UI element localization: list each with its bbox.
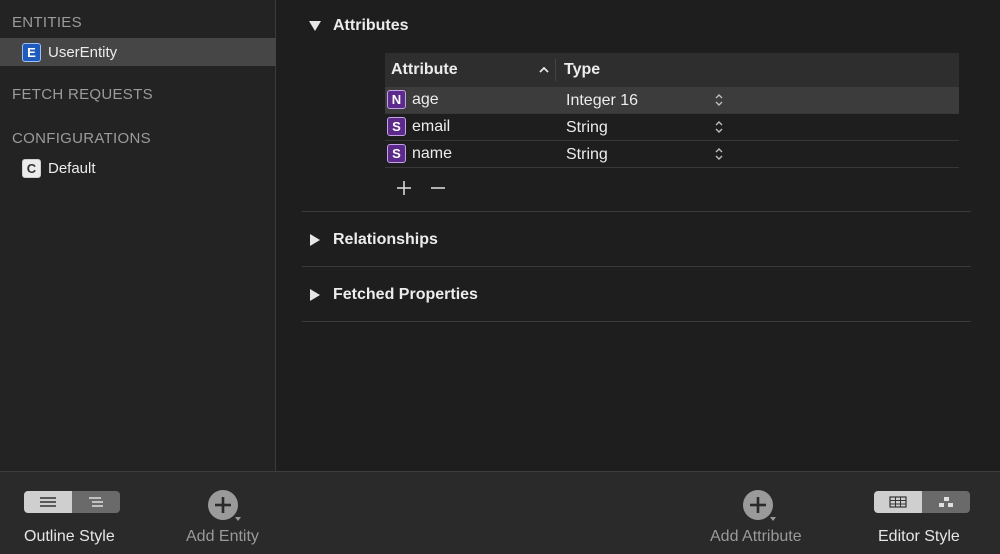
fetch-requests-header: FETCH REQUESTS (12, 86, 153, 103)
table-row[interactable]: N age Integer 16 (385, 87, 959, 114)
minus-icon (431, 187, 445, 189)
add-attribute-button[interactable] (742, 489, 776, 523)
list-icon (40, 497, 56, 507)
graph-icon (939, 497, 953, 507)
entities-header: ENTITIES (12, 14, 82, 31)
hierarchy-list-icon (89, 497, 103, 507)
column-header-attribute[interactable]: Attribute (391, 61, 458, 79)
configurations-header: CONFIGURATIONS (12, 130, 151, 147)
remove-attribute-row-button[interactable] (427, 177, 449, 199)
attribute-name[interactable]: name (412, 145, 452, 163)
updown-chevron-icon[interactable] (714, 146, 724, 162)
attributes-section-title: Attributes (333, 17, 409, 34)
table-editor-style-button[interactable] (874, 491, 922, 513)
section-divider (302, 266, 971, 267)
updown-chevron-icon[interactable] (714, 92, 724, 108)
add-attribute-label: Add Attribute (710, 528, 802, 545)
attributes-section-toggle[interactable]: Attributes (309, 17, 409, 35)
editor-main: Attributes Attribute Type N age Integer … (277, 0, 1000, 471)
outline-style-segmented-control[interactable] (24, 491, 120, 513)
table-row[interactable]: S email String (385, 114, 959, 141)
bottom-toolbar: Outline Style Add Entity Add Attribute E… (0, 471, 1000, 554)
table-actions (385, 177, 453, 199)
editor-style-label: Editor Style (878, 528, 960, 545)
fetched-properties-section-title: Fetched Properties (333, 286, 478, 303)
attribute-type[interactable]: String (566, 146, 608, 164)
fetched-properties-section-toggle[interactable]: Fetched Properties (309, 286, 478, 304)
add-entity-label: Add Entity (186, 528, 259, 545)
table-row[interactable]: S name String (385, 141, 959, 168)
configuration-badge-icon: C (22, 158, 41, 178)
add-entity-button[interactable] (207, 489, 241, 523)
relationships-section-title: Relationships (333, 231, 438, 248)
attribute-name[interactable]: email (412, 118, 450, 136)
plus-icon (397, 181, 411, 195)
triangle-right-icon (310, 234, 320, 246)
sidebar-item-default[interactable]: C Default (0, 154, 276, 182)
triangle-down-icon (309, 21, 321, 31)
attribute-type[interactable]: Integer 16 (566, 92, 638, 110)
graph-editor-style-button[interactable] (922, 491, 970, 513)
attribute-type[interactable]: String (566, 119, 608, 137)
sidebar: ENTITIES E UserEntity FETCH REQUESTS CON… (0, 0, 276, 471)
column-separator (555, 59, 556, 81)
string-badge-icon: S (387, 144, 406, 163)
outline-hierarchy-style-button[interactable] (72, 491, 120, 513)
sort-ascending-icon (539, 66, 549, 73)
outline-style-label: Outline Style (24, 528, 115, 545)
number-badge-icon: N (387, 90, 406, 109)
relationships-section-toggle[interactable]: Relationships (309, 231, 438, 249)
attribute-name[interactable]: age (412, 91, 439, 109)
section-divider (302, 211, 971, 212)
sidebar-item-userentity[interactable]: E UserEntity (0, 38, 276, 66)
sidebar-item-label: Default (48, 159, 96, 177)
updown-chevron-icon[interactable] (714, 119, 724, 135)
triangle-right-icon (310, 289, 320, 301)
column-header-type[interactable]: Type (564, 61, 600, 79)
table-grid-icon (889, 496, 907, 508)
section-divider (302, 321, 971, 322)
string-badge-icon: S (387, 117, 406, 136)
attributes-table: Attribute Type N age Integer 16 S email … (385, 53, 959, 195)
outline-list-style-button[interactable] (24, 491, 72, 513)
table-header: Attribute Type (385, 53, 959, 87)
sidebar-item-label: UserEntity (48, 43, 118, 61)
entity-badge-icon: E (22, 42, 41, 62)
add-attribute-row-button[interactable] (393, 177, 415, 199)
editor-style-segmented-control[interactable] (874, 491, 970, 513)
